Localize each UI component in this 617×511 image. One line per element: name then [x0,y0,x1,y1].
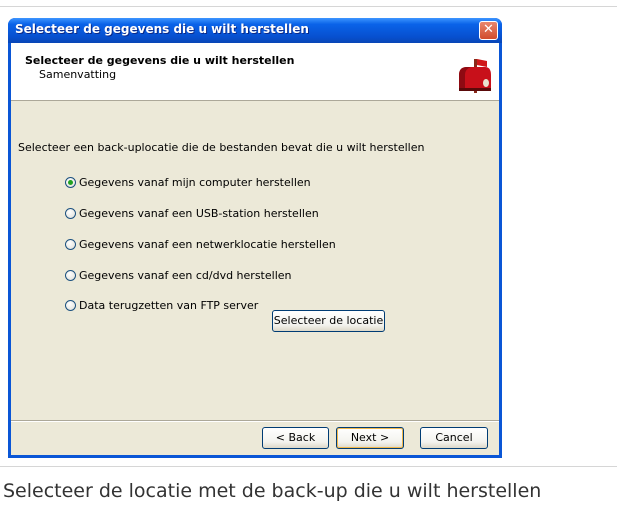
radio-button[interactable] [65,299,76,311]
footer-separator [11,420,499,422]
option-label: Gegevens vanaf een netwerklocatie herste… [79,237,336,251]
radio-button[interactable] [65,269,76,281]
window-title: Selecteer de gegevens die u wilt herstel… [15,22,309,36]
wizard-header: Selecteer de gegevens die u wilt herstel… [11,43,499,101]
close-icon: ✕ [483,22,494,37]
option-label: Gegevens vanaf een USB-station herstelle… [79,206,319,220]
option-my-computer[interactable]: Gegevens vanaf mijn computer herstellen [65,174,311,190]
radio-button[interactable] [65,238,76,250]
back-button[interactable]: < Back [262,427,329,449]
radio-button[interactable] [65,176,76,188]
option-ftp-server[interactable]: Data terugzetten van FTP server [65,297,258,313]
option-label: Data terugzetten van FTP server [79,298,259,312]
header-subtitle: Samenvatting [39,68,117,81]
header-title: Selecteer de gegevens die u wilt herstel… [25,54,295,67]
close-button[interactable]: ✕ [479,21,498,40]
dialog-client-area: Selecteer de gegevens die u wilt herstel… [11,43,499,455]
option-usb-station[interactable]: Gegevens vanaf een USB-station herstelle… [65,205,319,221]
title-bar[interactable]: Selecteer de gegevens die u wilt herstel… [8,18,502,43]
select-location-button[interactable]: Selecteer de locatie [272,310,385,332]
bottom-divider [0,466,617,467]
top-divider [0,6,617,7]
cancel-button[interactable]: Cancel [420,427,488,449]
wizard-window: Selecteer de gegevens die u wilt herstel… [8,18,502,458]
option-cd-dvd[interactable]: Gegevens vanaf een cd/dvd herstellen [65,267,292,283]
mailbox-icon [459,59,491,93]
option-network-location[interactable]: Gegevens vanaf een netwerklocatie herste… [65,236,336,252]
location-prompt: Selecteer een back-uplocatie die de best… [18,141,425,154]
radio-button[interactable] [65,207,76,219]
option-label: Gegevens vanaf een cd/dvd herstellen [79,268,292,282]
image-caption: Selecteer de locatie met de back-up die … [3,480,542,502]
next-button[interactable]: Next > [336,427,404,449]
option-label: Gegevens vanaf mijn computer herstellen [79,175,311,189]
